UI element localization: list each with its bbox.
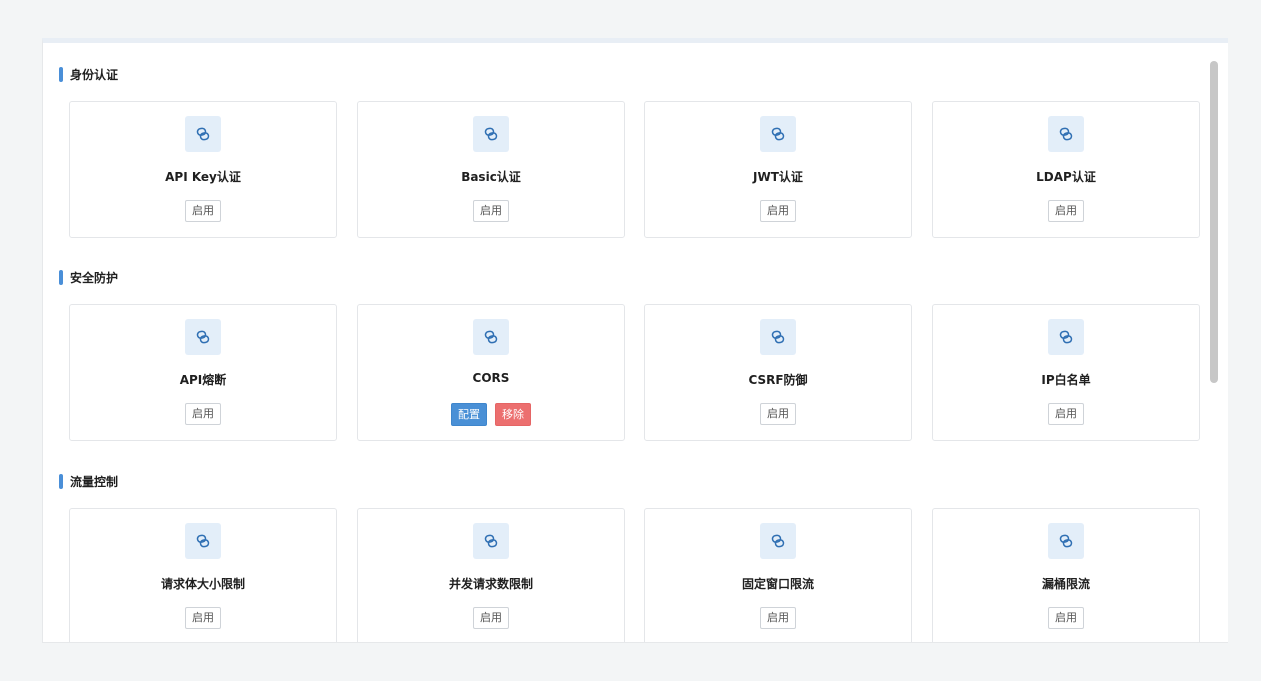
link-icon <box>473 116 509 152</box>
link-icon <box>473 523 509 559</box>
plugin-name: CSRF防御 <box>748 373 808 387</box>
section-title: 流量控制 <box>59 472 118 490</box>
link-icon <box>473 319 509 355</box>
plugin-actions: 启用 <box>358 200 624 222</box>
plugin-name: 漏桶限流 <box>1041 577 1090 591</box>
plugin-card: 并发请求数限制 启用 <box>357 508 625 642</box>
plugin-card: 漏桶限流 启用 <box>932 508 1200 642</box>
plugin-card: Basic认证启用 <box>357 101 625 238</box>
enable-button[interactable]: 启用 <box>1048 607 1084 629</box>
plugin-name: 固定窗口限流 <box>741 577 814 591</box>
enable-button[interactable]: 启用 <box>1048 403 1084 425</box>
link-icon <box>1048 523 1084 559</box>
plugin-card: API Key认证启用 <box>69 101 337 238</box>
section-title: 身份认证 <box>59 65 118 83</box>
enable-button[interactable]: 启用 <box>185 200 221 222</box>
section-title-label: 身份认证 <box>70 67 119 82</box>
link-icon <box>1048 319 1084 355</box>
plugin-actions: 启用 <box>70 403 336 425</box>
plugin-name: 并发请求数限制 <box>448 577 533 591</box>
section-accent-bar <box>59 473 63 489</box>
plugin-actions: 配置 移除 <box>358 403 624 426</box>
enable-button[interactable]: 启用 <box>185 607 221 629</box>
enable-button[interactable]: 启用 <box>473 200 509 222</box>
plugin-actions: 启用 <box>645 607 911 629</box>
link-icon <box>760 319 796 355</box>
plugin-card: JWT认证启用 <box>644 101 912 238</box>
link-icon <box>185 319 221 355</box>
plugin-actions: 启用 <box>645 200 911 222</box>
plugin-actions: 启用 <box>70 200 336 222</box>
plugin-card: CSRF防御启用 <box>644 304 912 441</box>
enable-button[interactable]: 启用 <box>760 200 796 222</box>
link-icon <box>1048 116 1084 152</box>
section-accent-bar <box>59 66 63 82</box>
plugin-name: IP白名单 <box>1041 373 1091 387</box>
section-title-label: 安全防护 <box>70 270 119 285</box>
plugin-card: CORS 配置 移除 <box>357 304 625 441</box>
enable-button[interactable]: 启用 <box>760 403 796 425</box>
plugin-actions: 启用 <box>933 403 1199 425</box>
plugin-name: API熔断 <box>179 373 227 387</box>
section-accent-bar <box>59 269 63 285</box>
enable-button[interactable]: 启用 <box>760 607 796 629</box>
plugin-panel: 身份认证 API Key认证 启用 Basic认证 启用 JWT认证 启用 LDAP认证 启用安… <box>42 38 1228 643</box>
section-title-label: 流量控制 <box>70 474 119 489</box>
plugin-name: 请求体大小限制 <box>160 577 245 591</box>
link-icon <box>760 523 796 559</box>
plugin-card: API熔断启用 <box>69 304 337 441</box>
plugin-card: IP白名单启用 <box>932 304 1200 441</box>
section-title: 安全防护 <box>59 268 118 286</box>
plugin-card: 固定窗口限流 启用 <box>644 508 912 642</box>
plugin-actions: 启用 <box>933 607 1199 629</box>
plugin-name: CORS <box>472 371 510 385</box>
enable-button[interactable]: 启用 <box>1048 200 1084 222</box>
plugin-actions: 启用 <box>358 607 624 629</box>
plugin-actions: 启用 <box>70 607 336 629</box>
plugin-card: 请求体大小限制 启用 <box>69 508 337 642</box>
plugin-name: JWT认证 <box>753 170 803 184</box>
scrollbar-thumb[interactable] <box>1210 61 1218 383</box>
plugin-name: API Key认证 <box>165 170 241 184</box>
plugin-actions: 启用 <box>645 403 911 425</box>
link-icon <box>185 116 221 152</box>
config-button[interactable]: 配置 <box>451 403 487 426</box>
enable-button[interactable]: 启用 <box>185 403 221 425</box>
link-icon <box>185 523 221 559</box>
link-icon <box>760 116 796 152</box>
scrollbar[interactable] <box>1210 61 1218 641</box>
remove-button[interactable]: 移除 <box>495 403 531 426</box>
enable-button[interactable]: 启用 <box>473 607 509 629</box>
plugin-actions: 启用 <box>933 200 1199 222</box>
plugin-name: Basic认证 <box>461 170 521 184</box>
plugin-name: LDAP认证 <box>1036 170 1096 184</box>
plugin-card: LDAP认证启用 <box>932 101 1200 238</box>
